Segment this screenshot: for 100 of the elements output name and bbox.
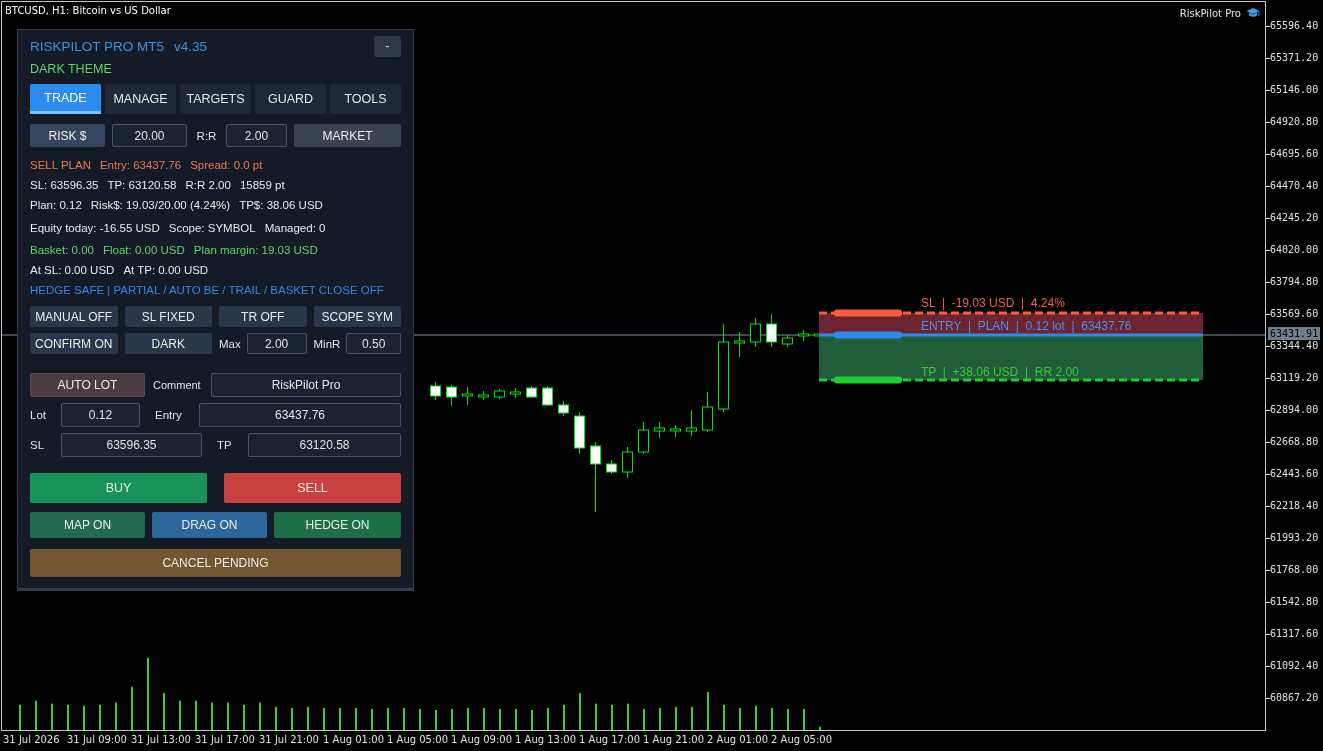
candle (590, 441, 601, 513)
panel-title: RISKPILOT PRO MT5 (30, 38, 165, 54)
candle (654, 421, 665, 439)
input-field[interactable]: 2.00 (246, 333, 307, 354)
price-label: 61542.80 (1266, 586, 1323, 618)
input-field[interactable]: RiskPilot Pro (211, 373, 401, 397)
minimize-button[interactable]: - (374, 35, 401, 57)
price-label: 62443.60 (1266, 458, 1323, 490)
status-text: At TP: 0.00 USD (123, 263, 209, 278)
graduation-cap-icon (1246, 7, 1260, 19)
candle (686, 409, 697, 437)
field-label: SL (30, 439, 46, 451)
switch-button[interactable]: HEDGE ON (274, 512, 401, 538)
tab[interactable]: TARGETS (180, 84, 251, 114)
switch-button[interactable]: MAP ON (30, 512, 145, 538)
status-text: TP$: 38.06 USD (239, 198, 323, 213)
time-label: 31 Jul 09:00 (67, 733, 128, 747)
status-text: Float: 0.00 USD (102, 243, 185, 258)
time-label: 31 Jul 21:00 (259, 733, 320, 747)
candle (510, 387, 521, 399)
candle (462, 386, 473, 406)
switch-button[interactable]: DRAG ON (152, 512, 267, 538)
price-label: 61317.60 (1266, 618, 1323, 650)
current-price-label: 63431.91 (1268, 327, 1321, 340)
entry-line[interactable] (819, 331, 1203, 339)
status-text: Entry: 63437.76 (99, 158, 182, 173)
field-label: Comment (152, 379, 202, 391)
status-text: Plan: 0.12 (30, 198, 82, 213)
candle (478, 390, 489, 401)
toggle-button[interactable]: MANUAL OFF (30, 306, 118, 327)
status-text: SL: 63596.35 (30, 178, 99, 193)
time-label: 2 Aug 05:00 (771, 733, 834, 747)
status-text: Spread: 0.0 pt (190, 158, 263, 173)
candle (446, 384, 457, 407)
status-text: HEDGE SAFE | PARTIAL / AUTO BE / TRAIL / BASKET CLOSE OFF (30, 283, 384, 298)
candle (702, 391, 713, 433)
tab[interactable]: GUARD (255, 84, 326, 114)
risk-mode-button[interactable]: RISK $ (30, 124, 105, 147)
price-label: 64470.40 (1266, 170, 1323, 202)
status-text: Equity today: -16.55 USD (30, 221, 160, 236)
candle (430, 381, 441, 401)
time-label: 31 Jul 13:00 (131, 733, 192, 747)
field-label: TP (216, 439, 233, 451)
time-label: 31 Jul 2026 (3, 733, 61, 747)
tab[interactable]: TOOLS (330, 84, 401, 114)
auto-lot-button[interactable]: AUTO LOT (30, 373, 145, 397)
status-text: 15859 pt (239, 178, 285, 193)
toggle-button[interactable]: SL FIXED (124, 306, 212, 327)
level-label: TP | +38.06 USD | RR 2.00 (921, 365, 1079, 379)
price-label: 65596.40 (1266, 10, 1323, 42)
level-label: ENTRY | PLAN | 0.12 lot | 63437.76 (921, 319, 1132, 333)
candle (606, 459, 617, 475)
input-field[interactable]: 63596.35 (61, 433, 202, 457)
input-field[interactable]: 0.12 (61, 403, 140, 427)
price-label: 61993.20 (1266, 522, 1323, 554)
toggle-button[interactable]: DARK (124, 333, 212, 354)
price-label: 62894.00 (1266, 394, 1323, 426)
order-type-button[interactable]: MARKET (294, 124, 401, 147)
input-field[interactable]: 0.50 (346, 333, 401, 354)
input-field[interactable]: 63437.76 (199, 403, 401, 427)
status-text: R:R 2.00 (185, 178, 231, 193)
price-label: 64695.60 (1266, 138, 1323, 170)
time-label: 1 Aug 09:00 (451, 733, 514, 747)
tab[interactable]: MANAGE (105, 84, 176, 114)
time-label: 1 Aug 05:00 (387, 733, 450, 747)
candle (542, 385, 553, 407)
sell-button[interactable]: SELL (224, 473, 401, 503)
indicator-label: RiskPilot Pro (1179, 7, 1241, 19)
chart-title: BTCUSD, H1: Bitcoin vs US Dollar (5, 5, 171, 16)
candle (734, 331, 745, 358)
price-label: 64020.00 (1266, 234, 1323, 266)
time-label: 1 Aug 21:00 (643, 733, 706, 747)
time-label: 2 Aug 01:00 (707, 733, 770, 747)
price-label: 64920.80 (1266, 106, 1323, 138)
status-text: TP: 63120.58 (107, 178, 177, 193)
price-label: 63794.80 (1266, 266, 1323, 298)
toggle-button[interactable]: SCOPE SYM (313, 306, 401, 327)
time-label: 31 Jul 17:00 (195, 733, 256, 747)
risk-field[interactable]: 20.00 (112, 124, 187, 147)
cancel-pending-button[interactable]: CANCEL PENDING (30, 549, 401, 577)
price-label: 63569.60 (1266, 298, 1323, 330)
rr-field[interactable]: 2.00 (226, 124, 287, 147)
input-field[interactable]: 63120.58 (248, 433, 401, 457)
toggle-button[interactable]: TR OFF (219, 306, 307, 327)
candle (638, 421, 649, 455)
price-label: 61768.00 (1266, 554, 1323, 586)
status-text: Scope: SYMBOL (168, 221, 256, 236)
price-label: 61092.40 (1266, 650, 1323, 682)
status-text: At SL: 0.00 USD (30, 263, 115, 278)
price-label: 63119.20 (1266, 362, 1323, 394)
status-text: Risk$: 19.03/20.00 (4.24%) (90, 198, 231, 213)
status-text: Managed: 0 (264, 221, 326, 236)
time-label: 1 Aug 01:00 (323, 733, 386, 747)
toggle-button[interactable]: CONFIRM ON (30, 333, 118, 354)
field-label: MinR (313, 337, 341, 350)
candle (766, 313, 777, 348)
price-label: 64245.20 (1266, 202, 1323, 234)
price-label: 62218.40 (1266, 490, 1323, 522)
candle (670, 424, 681, 438)
candle (798, 329, 809, 342)
